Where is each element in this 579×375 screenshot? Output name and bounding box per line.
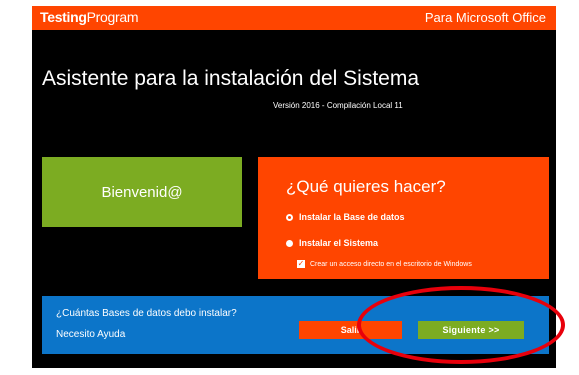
brand-name-bold: Testing bbox=[40, 9, 87, 25]
exit-button-label: Salir bbox=[340, 325, 361, 335]
option-install-database-label: Instalar la Base de datos bbox=[299, 212, 405, 222]
welcome-label: Bienvenid@ bbox=[101, 183, 183, 201]
version-label: Versión 2016 - Compilación Local 11 bbox=[273, 101, 403, 110]
page-title: Asistente para la instalación del Sistem… bbox=[42, 67, 420, 90]
installer-window: TestingProgram Para Microsoft Office Asi… bbox=[32, 6, 556, 368]
shortcut-checkbox[interactable]: ✓ Crear un acceso directo en el escritor… bbox=[297, 260, 472, 268]
footer-bar: ¿Cuántas Bases de datos debo instalar? N… bbox=[42, 296, 549, 354]
brand-logo: TestingProgram bbox=[40, 9, 139, 25]
exit-button[interactable]: Salir bbox=[299, 321, 402, 339]
welcome-tile: Bienvenid@ bbox=[42, 157, 242, 227]
db-count-help-link[interactable]: ¿Cuántas Bases de datos debo instalar? bbox=[56, 308, 237, 319]
checkbox-checked-icon[interactable]: ✓ bbox=[297, 260, 305, 268]
options-panel: ¿Qué quieres hacer? Instalar la Base de … bbox=[258, 157, 549, 279]
radio-selected-icon[interactable] bbox=[286, 213, 293, 221]
next-button[interactable]: Siguiente >> bbox=[418, 321, 524, 339]
title-bar: TestingProgram Para Microsoft Office bbox=[32, 6, 556, 30]
brand-name-regular: Program bbox=[86, 9, 139, 25]
radio-icon[interactable] bbox=[286, 239, 293, 247]
option-install-system[interactable]: Instalar el Sistema bbox=[286, 238, 378, 248]
options-question: ¿Qué quieres hacer? bbox=[286, 177, 446, 196]
shortcut-checkbox-label: Crear un acceso directo en el escritorio… bbox=[310, 260, 472, 268]
need-help-link[interactable]: Necesito Ayuda bbox=[56, 329, 125, 340]
next-button-label: Siguiente >> bbox=[442, 325, 500, 335]
option-install-database[interactable]: Instalar la Base de datos bbox=[286, 212, 405, 222]
option-install-system-label: Instalar el Sistema bbox=[299, 238, 379, 248]
product-label: Para Microsoft Office bbox=[424, 10, 546, 25]
